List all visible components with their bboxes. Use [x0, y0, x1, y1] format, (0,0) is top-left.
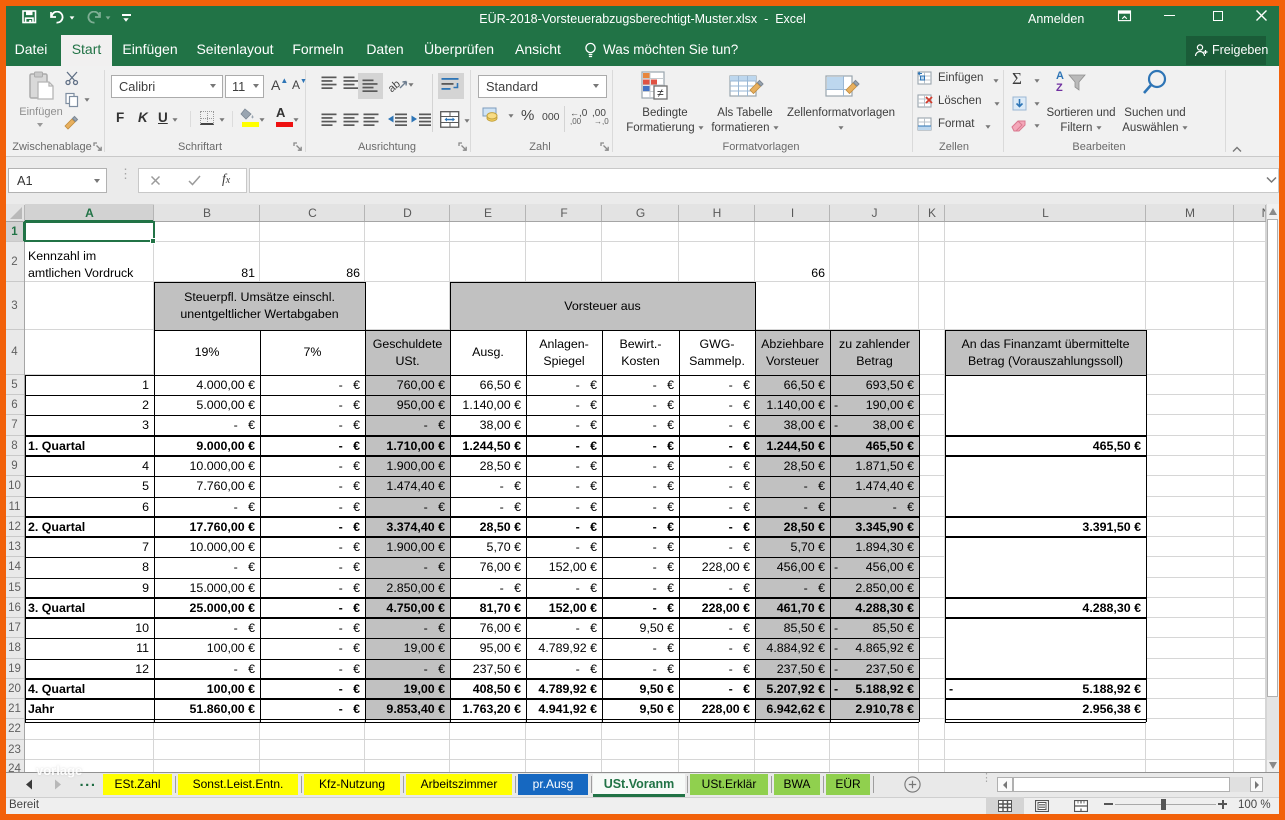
svg-text:ab: ab: [389, 78, 403, 94]
svg-text:≠: ≠: [657, 86, 664, 100]
